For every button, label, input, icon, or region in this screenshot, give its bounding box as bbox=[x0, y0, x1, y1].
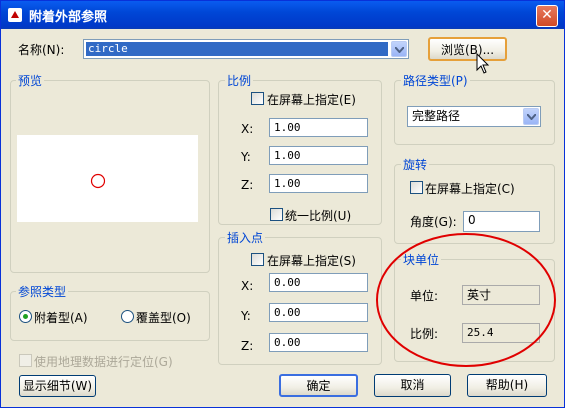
uniform-scale-label: 统一比例(U) bbox=[285, 209, 352, 223]
insert-z-label: Z: bbox=[241, 339, 254, 353]
scale-y-input[interactable]: 1.00 bbox=[269, 146, 368, 165]
insert-specify-label: 在屏幕上指定(S) bbox=[267, 254, 356, 268]
attach-label: 附着型(A) bbox=[34, 311, 88, 325]
overlay-label: 覆盖型(O) bbox=[136, 311, 191, 325]
rotation-specify-checkbox[interactable] bbox=[410, 181, 423, 194]
reference-type-title: 参照类型 bbox=[16, 283, 69, 300]
insert-specify-checkbox[interactable] bbox=[251, 253, 264, 266]
insertion-title: 插入点 bbox=[225, 229, 266, 246]
show-details-button[interactable]: 显示细节(W) bbox=[19, 375, 96, 397]
cancel-button[interactable]: 取消 bbox=[374, 374, 451, 397]
geo-data-checkbox[interactable] bbox=[19, 354, 32, 367]
preview-title: 预览 bbox=[16, 72, 45, 89]
rotation-specify-label: 在屏幕上指定(C) bbox=[425, 182, 515, 196]
cursor-icon bbox=[476, 53, 490, 74]
path-type-dropdown[interactable]: 完整路径 bbox=[407, 106, 541, 127]
name-label: 名称(N): bbox=[18, 43, 65, 57]
scale-z-input[interactable]: 1.00 bbox=[269, 174, 368, 193]
insert-x-input[interactable]: 0.00 bbox=[269, 273, 368, 292]
scale-x-label: X: bbox=[241, 122, 254, 136]
insert-y-label: Y: bbox=[241, 309, 251, 323]
geo-data-label: 使用地理数据进行定位(G) bbox=[34, 355, 173, 369]
annotation-ellipse bbox=[376, 233, 556, 367]
path-type-value: 完整路径 bbox=[412, 109, 461, 123]
window-title: 附着外部参照 bbox=[29, 10, 108, 25]
title-bar[interactable]: 附着外部参照 ✕ bbox=[1, 1, 564, 29]
browse-button[interactable]: 浏览(B)... bbox=[428, 37, 507, 61]
attach-xref-dialog: 附着外部参照 ✕ 名称(N): circle 浏览(B)... 预览 比例 在屏… bbox=[0, 0, 565, 408]
name-value: circle bbox=[86, 42, 388, 56]
scale-z-label: Z: bbox=[241, 178, 254, 192]
ok-button[interactable]: 确定 bbox=[279, 374, 358, 397]
insert-y-input[interactable]: 0.00 bbox=[269, 303, 368, 322]
chevron-down-icon[interactable] bbox=[391, 41, 407, 57]
path-type-title: 路径类型(P) bbox=[401, 72, 470, 89]
overlay-radio[interactable] bbox=[121, 310, 134, 323]
chevron-down-icon[interactable] bbox=[523, 108, 539, 125]
scale-specify-checkbox[interactable] bbox=[251, 92, 264, 105]
angle-label: 角度(G): bbox=[410, 215, 457, 229]
rotation-title: 旋转 bbox=[401, 156, 430, 173]
scale-specify-label: 在屏幕上指定(E) bbox=[267, 93, 356, 107]
close-button[interactable]: ✕ bbox=[536, 5, 558, 27]
scale-title: 比例 bbox=[225, 72, 254, 89]
attach-radio[interactable] bbox=[19, 310, 32, 323]
insert-x-label: X: bbox=[241, 279, 254, 293]
scale-x-input[interactable]: 1.00 bbox=[269, 118, 368, 137]
insert-z-input[interactable]: 0.00 bbox=[269, 333, 368, 352]
preview-canvas bbox=[17, 135, 198, 222]
help-button[interactable]: 帮助(H) bbox=[467, 374, 547, 397]
autocad-icon bbox=[8, 8, 22, 22]
name-dropdown[interactable]: circle bbox=[83, 39, 409, 59]
uniform-scale-checkbox[interactable] bbox=[270, 208, 283, 221]
scale-y-label: Y: bbox=[241, 150, 251, 164]
